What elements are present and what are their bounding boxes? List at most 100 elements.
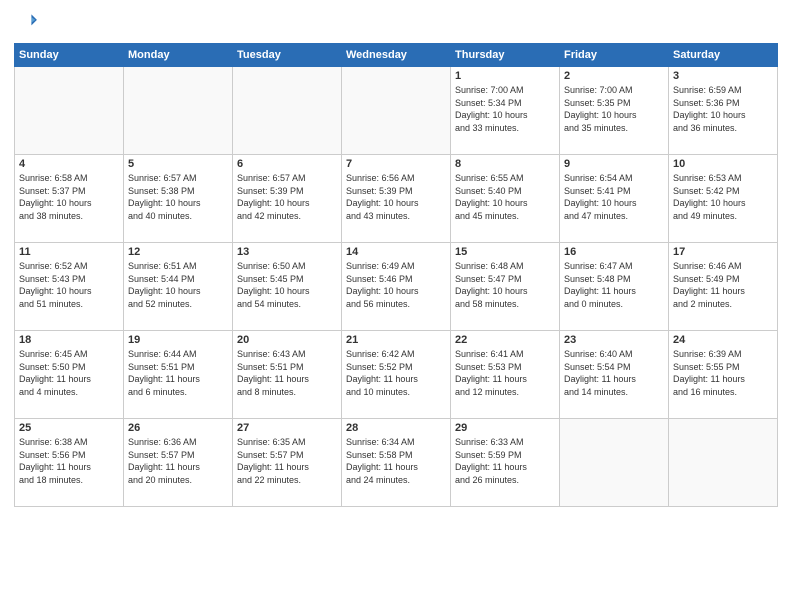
- day-number: 14: [346, 246, 446, 258]
- day-info: Sunrise: 6:46 AM Sunset: 5:49 PM Dayligh…: [673, 260, 773, 310]
- calendar-cell: 11 Sunrise: 6:52 AM Sunset: 5:43 PM Dayli…: [15, 243, 124, 331]
- calendar-cell: 3 Sunrise: 6:59 AM Sunset: 5:36 PM Daylig…: [669, 67, 778, 155]
- logo-icon: [16, 10, 38, 32]
- day-info: Sunrise: 6:35 AM Sunset: 5:57 PM Dayligh…: [237, 436, 337, 486]
- calendar-cell: 2Sunrise: 7:00 AM Sunset: 5:35 PM Daylig…: [560, 67, 669, 155]
- weekday-header-row: SundayMondayTuesdayWednesdayThursdayFrid…: [15, 44, 778, 67]
- day-number: 4: [19, 158, 119, 170]
- day-number: 13: [237, 246, 337, 258]
- calendar-cell: 8 Sunrise: 6:55 AM Sunset: 5:40 PM Daylig…: [451, 155, 560, 243]
- week-row-5: 25 Sunrise: 6:38 AM Sunset: 5:56 PM Dayli…: [15, 419, 778, 507]
- calendar-cell: 18 Sunrise: 6:45 AM Sunset: 5:50 PM Dayli…: [15, 331, 124, 419]
- calendar-cell: 1 Sunrise: 7:00 AM Sunset: 5:34 PM Daylig…: [451, 67, 560, 155]
- weekday-header-wednesday: Wednesday: [342, 44, 451, 67]
- calendar-cell: 23Sunrise: 6:40 AM Sunset: 5:54 PM Dayli…: [560, 331, 669, 419]
- calendar-cell: 28Sunrise: 6:34 AM Sunset: 5:58 PM Dayli…: [342, 419, 451, 507]
- day-info: Sunrise: 6:51 AM Sunset: 5:44 PM Dayligh…: [128, 260, 228, 310]
- day-info: Sunrise: 6:58 AM Sunset: 5:37 PM Dayligh…: [19, 172, 119, 222]
- calendar-cell: 15Sunrise: 6:48 AM Sunset: 5:47 PM Dayli…: [451, 243, 560, 331]
- weekday-header-friday: Friday: [560, 44, 669, 67]
- day-number: 28: [346, 422, 446, 434]
- day-info: Sunrise: 6:44 AM Sunset: 5:51 PM Dayligh…: [128, 348, 228, 398]
- calendar-cell: 5 Sunrise: 6:57 AM Sunset: 5:38 PM Daylig…: [124, 155, 233, 243]
- weekday-header-tuesday: Tuesday: [233, 44, 342, 67]
- day-info: Sunrise: 7:00 AM Sunset: 5:34 PM Dayligh…: [455, 84, 555, 134]
- header: [14, 10, 778, 37]
- day-number: 1: [455, 70, 555, 82]
- week-row-3: 11 Sunrise: 6:52 AM Sunset: 5:43 PM Dayli…: [15, 243, 778, 331]
- day-info: Sunrise: 6:48 AM Sunset: 5:47 PM Dayligh…: [455, 260, 555, 310]
- calendar-table: SundayMondayTuesdayWednesdayThursdayFrid…: [14, 43, 778, 507]
- calendar-cell: 9Sunrise: 6:54 AM Sunset: 5:41 PM Daylig…: [560, 155, 669, 243]
- calendar-cell: 17 Sunrise: 6:46 AM Sunset: 5:49 PM Dayli…: [669, 243, 778, 331]
- calendar-cell: [233, 67, 342, 155]
- logo: [14, 10, 38, 37]
- day-info: Sunrise: 6:38 AM Sunset: 5:56 PM Dayligh…: [19, 436, 119, 486]
- calendar-page: SundayMondayTuesdayWednesdayThursdayFrid…: [0, 0, 792, 612]
- day-number: 2: [564, 70, 664, 82]
- day-number: 12: [128, 246, 228, 258]
- calendar-cell: 29 Sunrise: 6:33 AM Sunset: 5:59 PM Dayli…: [451, 419, 560, 507]
- week-row-4: 18 Sunrise: 6:45 AM Sunset: 5:50 PM Dayli…: [15, 331, 778, 419]
- calendar-cell: 14 Sunrise: 6:49 AM Sunset: 5:46 PM Dayli…: [342, 243, 451, 331]
- calendar-cell: 12 Sunrise: 6:51 AM Sunset: 5:44 PM Dayli…: [124, 243, 233, 331]
- day-info: Sunrise: 6:57 AM Sunset: 5:39 PM Dayligh…: [237, 172, 337, 222]
- day-number: 21: [346, 334, 446, 346]
- calendar-cell: [124, 67, 233, 155]
- calendar-cell: 21 Sunrise: 6:42 AM Sunset: 5:52 PM Dayli…: [342, 331, 451, 419]
- calendar-cell: 16 Sunrise: 6:47 AM Sunset: 5:48 PM Dayli…: [560, 243, 669, 331]
- day-info: Sunrise: 6:45 AM Sunset: 5:50 PM Dayligh…: [19, 348, 119, 398]
- calendar-cell: 19 Sunrise: 6:44 AM Sunset: 5:51 PM Dayli…: [124, 331, 233, 419]
- day-number: 5: [128, 158, 228, 170]
- day-info: Sunrise: 6:41 AM Sunset: 5:53 PM Dayligh…: [455, 348, 555, 398]
- day-number: 20: [237, 334, 337, 346]
- day-number: 10: [673, 158, 773, 170]
- day-info: Sunrise: 6:39 AM Sunset: 5:55 PM Dayligh…: [673, 348, 773, 398]
- day-number: 9: [564, 158, 664, 170]
- calendar-cell: 24 Sunrise: 6:39 AM Sunset: 5:55 PM Dayli…: [669, 331, 778, 419]
- day-number: 26: [128, 422, 228, 434]
- weekday-header-monday: Monday: [124, 44, 233, 67]
- calendar-cell: 20Sunrise: 6:43 AM Sunset: 5:51 PM Dayli…: [233, 331, 342, 419]
- day-info: Sunrise: 6:52 AM Sunset: 5:43 PM Dayligh…: [19, 260, 119, 310]
- weekday-header-sunday: Sunday: [15, 44, 124, 67]
- day-info: Sunrise: 6:33 AM Sunset: 5:59 PM Dayligh…: [455, 436, 555, 486]
- day-number: 17: [673, 246, 773, 258]
- calendar-cell: 6 Sunrise: 6:57 AM Sunset: 5:39 PM Daylig…: [233, 155, 342, 243]
- calendar-cell: [342, 67, 451, 155]
- day-info: Sunrise: 6:42 AM Sunset: 5:52 PM Dayligh…: [346, 348, 446, 398]
- week-row-1: 1 Sunrise: 7:00 AM Sunset: 5:34 PM Daylig…: [15, 67, 778, 155]
- day-info: Sunrise: 6:36 AM Sunset: 5:57 PM Dayligh…: [128, 436, 228, 486]
- day-number: 8: [455, 158, 555, 170]
- calendar-cell: 25 Sunrise: 6:38 AM Sunset: 5:56 PM Dayli…: [15, 419, 124, 507]
- calendar-cell: 26 Sunrise: 6:36 AM Sunset: 5:57 PM Dayli…: [124, 419, 233, 507]
- calendar-cell: 27 Sunrise: 6:35 AM Sunset: 5:57 PM Dayli…: [233, 419, 342, 507]
- day-info: Sunrise: 6:56 AM Sunset: 5:39 PM Dayligh…: [346, 172, 446, 222]
- day-number: 19: [128, 334, 228, 346]
- calendar-cell: 10Sunrise: 6:53 AM Sunset: 5:42 PM Dayli…: [669, 155, 778, 243]
- day-number: 25: [19, 422, 119, 434]
- day-info: Sunrise: 6:49 AM Sunset: 5:46 PM Dayligh…: [346, 260, 446, 310]
- weekday-header-thursday: Thursday: [451, 44, 560, 67]
- day-number: 24: [673, 334, 773, 346]
- day-number: 29: [455, 422, 555, 434]
- day-number: 3: [673, 70, 773, 82]
- day-info: Sunrise: 6:57 AM Sunset: 5:38 PM Dayligh…: [128, 172, 228, 222]
- day-info: Sunrise: 6:59 AM Sunset: 5:36 PM Dayligh…: [673, 84, 773, 134]
- day-number: 16: [564, 246, 664, 258]
- calendar-cell: 22 Sunrise: 6:41 AM Sunset: 5:53 PM Dayli…: [451, 331, 560, 419]
- day-number: 18: [19, 334, 119, 346]
- day-number: 11: [19, 246, 119, 258]
- day-number: 22: [455, 334, 555, 346]
- weekday-header-saturday: Saturday: [669, 44, 778, 67]
- day-info: Sunrise: 6:55 AM Sunset: 5:40 PM Dayligh…: [455, 172, 555, 222]
- week-row-2: 4 Sunrise: 6:58 AM Sunset: 5:37 PM Daylig…: [15, 155, 778, 243]
- day-info: Sunrise: 6:47 AM Sunset: 5:48 PM Dayligh…: [564, 260, 664, 310]
- calendar-cell: 4 Sunrise: 6:58 AM Sunset: 5:37 PM Daylig…: [15, 155, 124, 243]
- calendar-cell: 13 Sunrise: 6:50 AM Sunset: 5:45 PM Dayli…: [233, 243, 342, 331]
- day-info: Sunrise: 6:40 AM Sunset: 5:54 PM Dayligh…: [564, 348, 664, 398]
- day-number: 6: [237, 158, 337, 170]
- calendar-cell: [669, 419, 778, 507]
- day-number: 27: [237, 422, 337, 434]
- day-info: Sunrise: 6:50 AM Sunset: 5:45 PM Dayligh…: [237, 260, 337, 310]
